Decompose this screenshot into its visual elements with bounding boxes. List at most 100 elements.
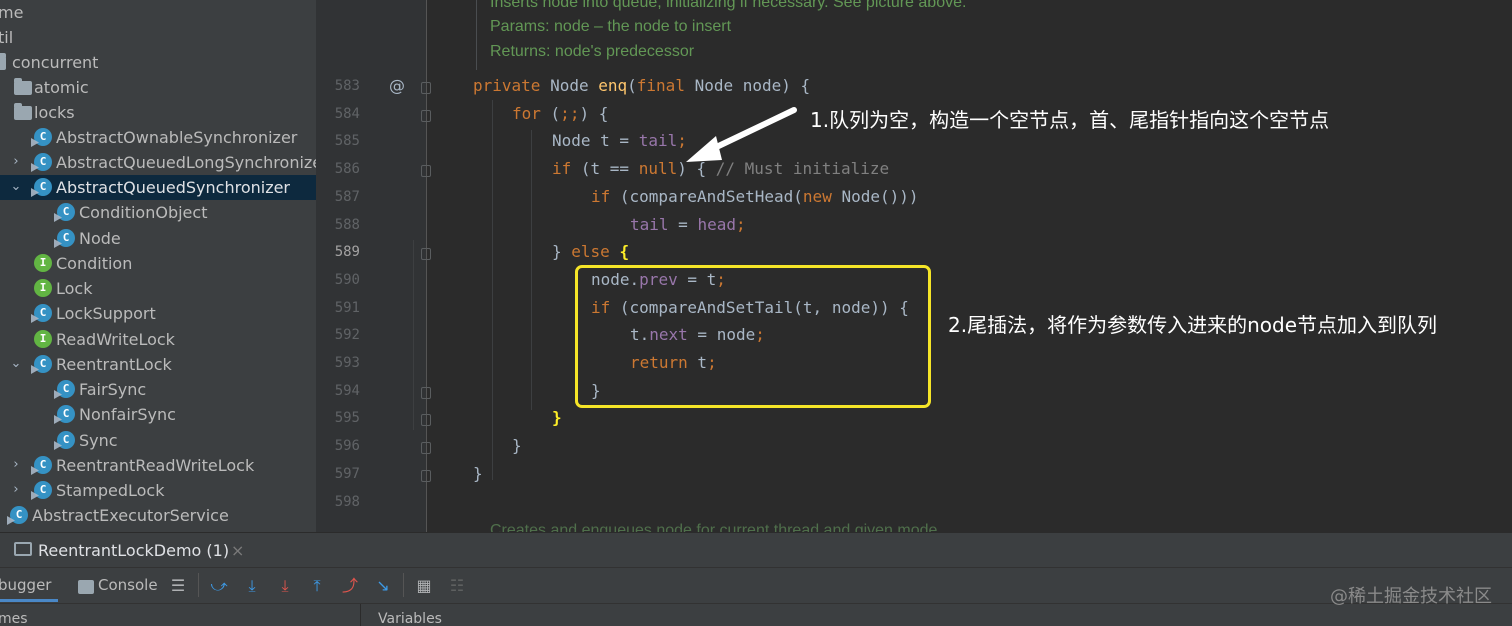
interface-icon: I: [34, 254, 52, 272]
line-number[interactable]: 590: [316, 272, 360, 288]
code-line[interactable]: }: [512, 436, 522, 455]
drop-frame-icon[interactable]: ⤴: [339, 575, 361, 597]
tree-item[interactable]: I ReadWriteLock: [0, 327, 316, 352]
tree-item[interactable]: atomic: [0, 75, 316, 100]
trace-icon[interactable]: ☷: [446, 575, 468, 597]
line-number[interactable]: 598: [316, 494, 360, 510]
class-icon: C: [34, 128, 52, 146]
run-to-cursor-icon[interactable]: ↘: [372, 575, 394, 597]
code-line[interactable]: if (compareAndSetHead(new Node())): [591, 187, 919, 206]
code-line[interactable]: private Node enq(final Node node) {: [473, 76, 810, 95]
line-number[interactable]: 596: [316, 438, 360, 454]
chevron-down-icon[interactable]: ⌄: [10, 357, 22, 370]
class-icon: C: [57, 229, 75, 247]
tree-item-label: Node: [79, 229, 121, 248]
tree-item[interactable]: ⌄ C ReentrantLock: [0, 352, 316, 377]
tree-item[interactable]: › C StampedLock: [0, 478, 316, 503]
tree-item-label: AbstractOwnableSynchronizer: [56, 128, 298, 147]
editor-gutter: 583 584 585 586 587 588 589 590 591 592 593 594 595 5…: [316, 0, 426, 532]
chevron-right-icon[interactable]: ›: [10, 155, 22, 168]
tree-item[interactable]: I Condition: [0, 251, 316, 276]
code-line[interactable]: tail = head;: [630, 215, 746, 234]
line-number[interactable]: 591: [316, 300, 360, 316]
tree-item[interactable]: concurrent: [0, 50, 316, 75]
line-number[interactable]: 595: [316, 410, 360, 426]
annotation-tail-insert: 2.尾插法，将作为参数传入进来的node节点加入到队列: [948, 313, 1437, 337]
tree-item-label: til: [0, 28, 14, 47]
code-line[interactable]: }: [473, 464, 483, 483]
line-number[interactable]: 594: [316, 383, 360, 399]
line-number[interactable]: 585: [316, 133, 360, 149]
tree-item-label: me: [0, 3, 24, 22]
line-number[interactable]: 583: [316, 78, 360, 94]
fold-marker-icon[interactable]: [421, 109, 431, 122]
console-tab[interactable]: Console: [98, 576, 158, 594]
fold-marker-icon[interactable]: [421, 248, 431, 261]
code-line[interactable]: }: [552, 408, 562, 427]
fold-marker-icon[interactable]: [421, 469, 431, 482]
tree-item-label: ReentrantReadWriteLock: [56, 456, 255, 475]
tree-item[interactable]: locks: [0, 100, 316, 125]
chevron-right-icon[interactable]: ›: [10, 483, 22, 496]
tree-item[interactable]: C Sync: [0, 428, 316, 453]
line-number[interactable]: 586: [316, 161, 360, 177]
tree-item-label: LockSupport: [56, 304, 156, 323]
close-tab-icon[interactable]: ×: [231, 541, 244, 560]
line-number[interactable]: 584: [316, 106, 360, 122]
doc-guide: [476, 0, 477, 70]
tree-item[interactable]: C AbstractOwnableSynchronizer: [0, 125, 316, 150]
debug-panel: ReentrantLockDemo (1) × bugger Console ☰…: [0, 532, 1512, 626]
tree-item[interactable]: C AbstractExecutorService: [0, 503, 316, 528]
class-icon: C: [34, 304, 52, 322]
tree-item[interactable]: C NonfairSync: [0, 402, 316, 427]
chevron-right-icon[interactable]: ›: [10, 458, 22, 471]
class-icon: C: [57, 431, 75, 449]
tree-item[interactable]: I Lock: [0, 276, 316, 301]
line-number[interactable]: 587: [316, 189, 360, 205]
class-icon: C: [34, 456, 52, 474]
tree-item-label: atomic: [34, 78, 89, 97]
show-execution-point-icon[interactable]: ⤻: [208, 575, 230, 597]
code-line[interactable]: Node t = tail;: [552, 131, 687, 150]
tree-item-label: AbstractExecutorService: [32, 506, 229, 525]
override-marker-icon[interactable]: @: [389, 76, 405, 95]
debugger-tab[interactable]: bugger: [0, 576, 51, 594]
tree-item[interactable]: ⌄ C AbstractQueuedSynchronizer: [0, 175, 316, 200]
evaluate-expression-icon[interactable]: ▦: [413, 575, 435, 597]
step-into-icon[interactable]: ⤓: [274, 575, 296, 597]
indent-guide: [413, 240, 414, 430]
code-editor[interactable]: 583 584 585 586 587 588 589 590 591 592 593 594 595 5…: [316, 0, 1512, 539]
tree-item-label: ConditionObject: [79, 203, 208, 222]
step-out-icon[interactable]: ⤒: [306, 575, 328, 597]
tree-item[interactable]: me: [0, 0, 316, 25]
line-number[interactable]: 588: [316, 217, 360, 233]
tree-item[interactable]: › C AbstractQueuedLongSynchronizer: [0, 150, 316, 175]
indent-guide: [492, 100, 493, 480]
fold-marker-icon[interactable]: [421, 82, 431, 94]
tree-item[interactable]: C Node: [0, 226, 316, 251]
run-tab-label[interactable]: ReentrantLockDemo (1): [38, 541, 229, 560]
tree-item[interactable]: › C ReentrantReadWriteLock: [0, 453, 316, 478]
tree-item[interactable]: C ConditionObject: [0, 200, 316, 225]
fold-marker-icon[interactable]: [421, 386, 431, 399]
fold-marker-icon[interactable]: [421, 165, 431, 178]
folder-icon: [14, 78, 32, 95]
chevron-down-icon[interactable]: ⌄: [10, 180, 22, 193]
tree-item[interactable]: til: [0, 25, 316, 50]
line-number[interactable]: 597: [316, 466, 360, 482]
menu-icon[interactable]: ☰: [167, 575, 189, 597]
step-over-icon[interactable]: ⤓: [241, 575, 263, 597]
fold-marker-icon[interactable]: [421, 442, 431, 455]
code-line[interactable]: } else {: [552, 242, 629, 261]
line-number[interactable]: 593: [316, 355, 360, 371]
line-number[interactable]: 592: [316, 327, 360, 343]
tree-item[interactable]: C FairSync: [0, 377, 316, 402]
tree-item-label: FairSync: [79, 380, 147, 399]
tree-item[interactable]: C LockSupport: [0, 301, 316, 326]
code-line[interactable]: for (;;) {: [512, 104, 608, 123]
folder-icon: [14, 103, 32, 120]
interface-icon: I: [34, 279, 52, 297]
fold-marker-icon[interactable]: [421, 414, 431, 427]
line-number[interactable]: 589: [316, 244, 360, 260]
indent-guide: [531, 130, 532, 410]
